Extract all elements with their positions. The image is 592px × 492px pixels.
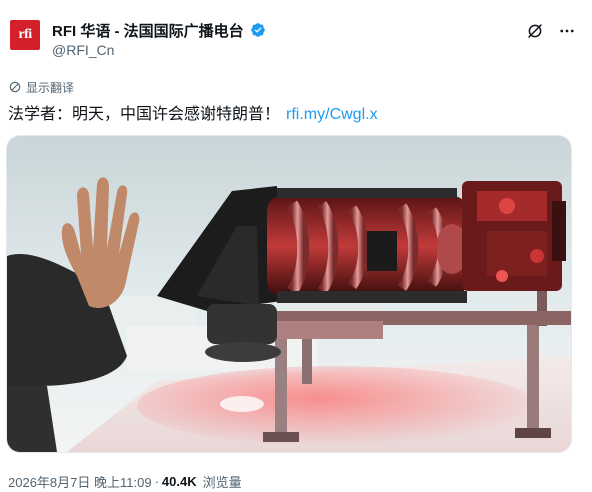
show-translation-label: 显示翻译 — [26, 80, 75, 95]
post-body: 法学者：明天，中国许会感谢特朗普！ — [8, 106, 281, 123]
grok-button[interactable] — [524, 20, 546, 42]
post-image[interactable] — [6, 135, 572, 453]
post-link[interactable]: rfi.my/Cwgl.x — [286, 106, 378, 123]
handle[interactable]: @RFI_Cn — [52, 42, 114, 58]
grok-icon — [528, 24, 542, 38]
more-dots-icon — [560, 29, 574, 33]
display-name[interactable]: RFI 华语 - 法国国际广播电台 — [52, 20, 244, 41]
post-meta: 2026年8月7日 晚上11:09 · 40.4K 浏览量 — [8, 472, 242, 491]
more-button[interactable] — [556, 20, 578, 42]
show-translation-link[interactable]: 显示翻译 — [8, 78, 74, 96]
meta-separator: · — [154, 474, 159, 489]
name-row: RFI 华语 - 法国国际广播电台 — [52, 20, 266, 40]
views-count: 40.4K — [161, 474, 197, 489]
views-label: 浏览量 — [202, 475, 242, 490]
avatar-logo-text: rfi — [18, 27, 32, 42]
post-card: rfi RFI 华语 - 法国国际广播电台 @RFI_Cn 显示翻译 法学者：明… — [0, 0, 592, 492]
camera-lens-photo — [7, 136, 571, 452]
verified-badge-icon — [250, 23, 265, 37]
avatar[interactable]: rfi — [10, 20, 40, 50]
post-header: rfi RFI 华语 - 法国国际广播电台 @RFI_Cn — [10, 20, 582, 62]
post-timestamp[interactable]: 2026年8月7日 晚上11:09 — [8, 472, 152, 491]
translate-icon — [9, 81, 21, 93]
post-text: 法学者：明天，中国许会感谢特朗普！ rfi.my/Cwgl.x — [8, 100, 378, 124]
